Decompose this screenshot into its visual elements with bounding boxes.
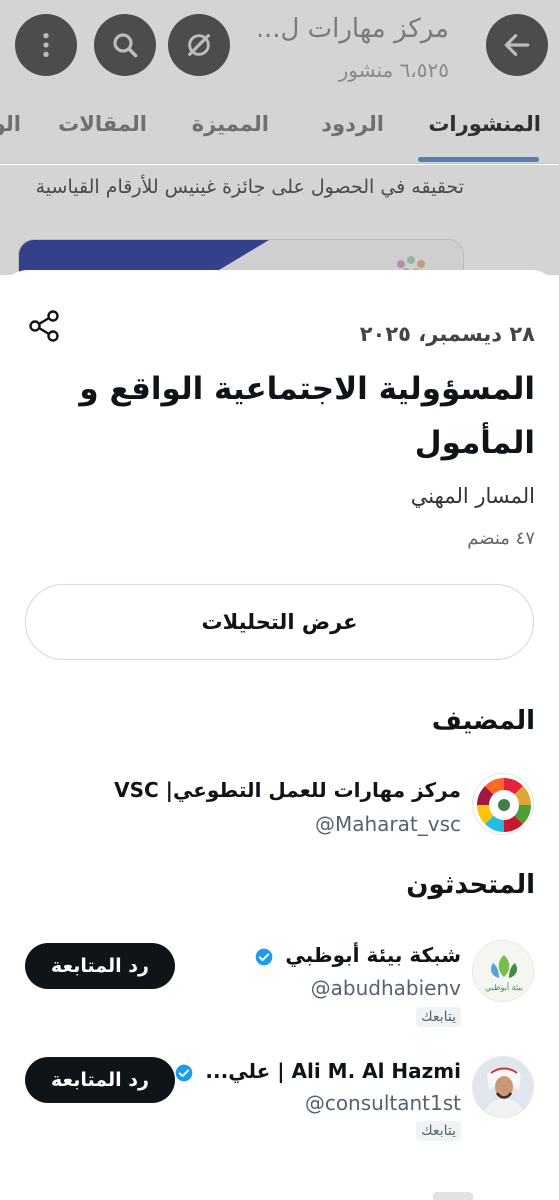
feed-post: تحقيقه في الحصول على جائزة غينيس للأرقام… xyxy=(0,165,559,275)
more-vertical-icon xyxy=(43,33,49,57)
joined-count: ٤٧ منضم xyxy=(467,528,535,549)
tab-media[interactable]: الو xyxy=(0,112,21,136)
speaker-name[interactable]: شبكة بيئة أبوظبي xyxy=(254,943,461,967)
sdg-wheel-logo-icon xyxy=(477,778,531,832)
active-tab-indicator xyxy=(418,157,539,162)
host-name[interactable]: مركز مهارات للعمل التطوعي| VSC xyxy=(114,778,461,802)
host-heading: المضيف xyxy=(431,706,535,736)
post-count: ٦،٥٢٥ منشور xyxy=(338,58,449,82)
tab-articles[interactable]: المقالات xyxy=(58,112,147,136)
back-button[interactable] xyxy=(486,14,548,76)
next-item-peek xyxy=(433,1192,473,1200)
speaker-avatar[interactable] xyxy=(472,1056,534,1118)
space-date: ٢٨ ديسمبر، ٢٠٢٥ xyxy=(359,322,535,346)
more-button[interactable] xyxy=(15,14,77,76)
follow-back-button[interactable]: رد المتابعة xyxy=(25,943,175,989)
speaker-handle[interactable]: @consultant1st xyxy=(305,1091,461,1115)
space-category: المسار المهني xyxy=(410,484,535,508)
tab-replies[interactable]: الردود xyxy=(321,112,384,136)
svg-text:بيئة أبوظبي: بيئة أبوظبي xyxy=(485,982,523,992)
verified-badge-icon xyxy=(256,948,273,965)
view-analytics-button[interactable]: عرض التحليلات xyxy=(25,584,534,660)
follow-back-button[interactable]: رد المتابعة xyxy=(25,1057,175,1103)
speaker-avatar[interactable]: بيئة أبوظبي xyxy=(472,940,534,1002)
profile-title: مركز مهارات ل... xyxy=(259,14,449,44)
arrow-left-icon xyxy=(504,34,530,56)
host-handle[interactable]: @Maharat_vsc xyxy=(315,812,461,836)
profile-header: مركز مهارات ل... ٦،٥٢٥ منشور xyxy=(0,0,559,92)
abu-dhabi-env-logo-icon: بيئة أبوظبي xyxy=(473,941,533,1001)
profile-tabs: المنشورات الردود المميزة المقالات الو xyxy=(0,92,559,164)
search-button[interactable] xyxy=(94,14,156,76)
search-icon xyxy=(113,33,138,58)
follows-you-badge: يتابعك xyxy=(416,1007,461,1027)
share-icon[interactable] xyxy=(26,308,62,344)
host-avatar[interactable] xyxy=(472,773,534,835)
space-title: المسؤولية الاجتماعية الواقع و المأمول xyxy=(79,371,535,461)
speaker-handle[interactable]: @abudhabienv xyxy=(311,976,461,1000)
tab-highlights[interactable]: المميزة xyxy=(192,112,269,136)
speakers-heading: المتحدثون xyxy=(406,870,535,900)
tab-posts[interactable]: المنشورات xyxy=(428,112,541,136)
post-text: تحقيقه في الحصول على جائزة غينيس للأرقام… xyxy=(35,176,464,198)
follows-you-badge: يتابعك xyxy=(416,1121,461,1141)
person-avatar-icon xyxy=(473,1057,533,1117)
speaker-name[interactable]: Ali M. Al Hazmi | علي... xyxy=(174,1059,461,1083)
grok-button[interactable] xyxy=(168,14,230,76)
verified-badge-icon xyxy=(176,1064,193,1081)
grok-icon xyxy=(188,34,210,56)
